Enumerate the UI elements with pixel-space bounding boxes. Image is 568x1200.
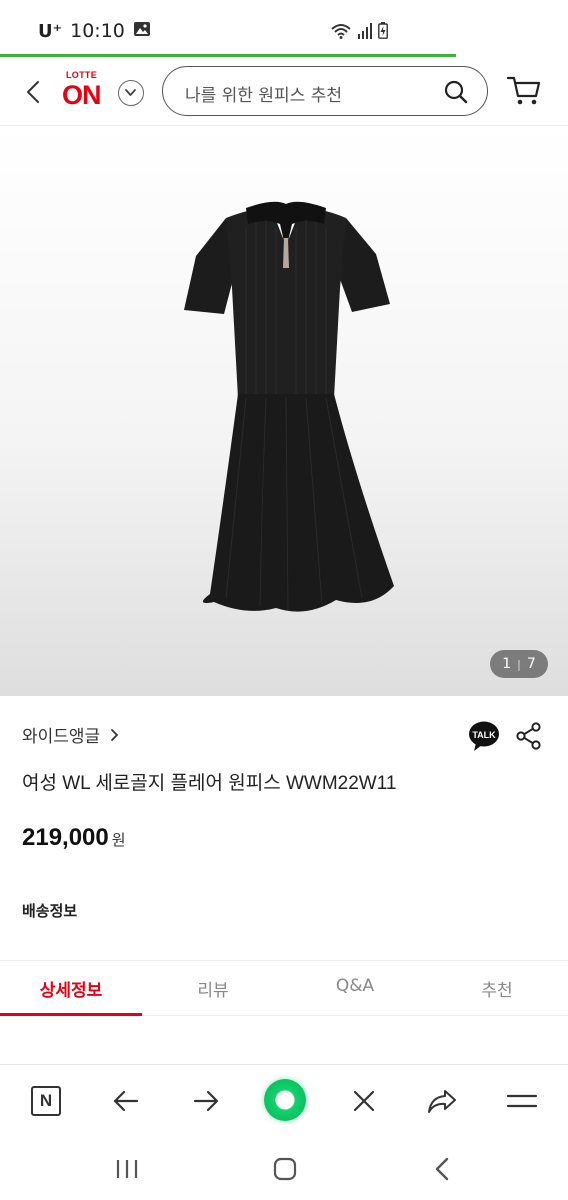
home-icon — [273, 1157, 297, 1181]
price: 219,000 원 — [22, 824, 126, 852]
close-page-button[interactable] — [346, 1083, 382, 1119]
close-icon — [353, 1090, 375, 1112]
browser-forward-button[interactable] — [188, 1083, 224, 1119]
menu-button[interactable] — [504, 1083, 540, 1119]
brand-link[interactable]: 와이드앵글 — [22, 722, 120, 747]
status-right — [330, 22, 388, 43]
tab-qna[interactable]: Q&A — [284, 961, 426, 1015]
search-input[interactable]: 나를 위한 원피스 추천 — [162, 66, 488, 116]
logo-top-text: LOTTE — [66, 70, 97, 80]
arrow-right-icon — [193, 1090, 219, 1112]
service-menu-dropdown[interactable] — [118, 80, 144, 106]
lotte-on-logo[interactable]: LOTTE ON — [62, 70, 108, 114]
recent-apps-icon — [116, 1160, 138, 1178]
battery-icon — [378, 22, 388, 43]
system-back-button[interactable] — [428, 1154, 458, 1184]
share-button[interactable] — [516, 722, 542, 750]
tab-details[interactable]: 상세정보 — [0, 961, 142, 1016]
product-image-gallery[interactable]: 1 | 7 — [0, 126, 568, 696]
dress-product-image — [184, 201, 394, 612]
browser-back-button[interactable] — [108, 1083, 144, 1119]
clock: 10:10 — [70, 20, 125, 42]
app-header: LOTTE ON 나를 위한 원피스 추천 — [0, 58, 568, 126]
carrier-label: U⁺ — [38, 20, 63, 42]
system-navigation-bar — [0, 1136, 568, 1200]
image-current: 1 — [502, 656, 512, 672]
cart-icon — [506, 76, 541, 105]
cart-button[interactable] — [506, 72, 542, 108]
image-counter: 1 | 7 — [490, 650, 548, 678]
image-counter-separator: | — [517, 657, 521, 671]
back-button[interactable] — [16, 74, 52, 110]
signal-icon — [358, 22, 372, 43]
tab-recommend[interactable]: 추천 — [426, 961, 568, 1015]
green-dot-button[interactable] — [264, 1079, 306, 1121]
kakao-talk-share-button[interactable]: TALK — [468, 720, 500, 752]
delivery-info-label[interactable]: 배송정보 — [22, 900, 77, 921]
chevron-down-icon — [125, 89, 136, 96]
page-load-progress — [0, 54, 456, 57]
logo-main-text: ON — [62, 80, 101, 110]
arrow-left-icon — [113, 1090, 139, 1112]
recent-apps-button[interactable] — [112, 1154, 142, 1184]
home-button[interactable] — [270, 1154, 300, 1184]
search-icon[interactable] — [443, 79, 469, 105]
talk-icon: TALK — [469, 721, 499, 751]
price-value: 219,000 — [22, 824, 109, 851]
naver-home-button[interactable]: N — [28, 1083, 64, 1119]
back-icon — [435, 1157, 449, 1181]
forward-share-icon — [428, 1090, 456, 1113]
gallery-notification-icon — [133, 20, 151, 42]
talk-label: TALK — [472, 730, 496, 740]
tab-reviews[interactable]: 리뷰 — [142, 961, 284, 1015]
wifi-icon — [330, 23, 352, 43]
status-left: U⁺ 10:10 — [38, 20, 151, 42]
share-icon — [516, 722, 541, 750]
image-total: 7 — [526, 656, 536, 672]
detail-tabs: 상세정보 리뷰 Q&A 추천 — [0, 960, 568, 1016]
search-placeholder: 나를 위한 원피스 추천 — [185, 86, 342, 106]
brand-name: 와이드앵글 — [22, 727, 101, 747]
price-unit: 원 — [111, 831, 126, 849]
hamburger-icon — [506, 1094, 538, 1108]
share-page-button[interactable] — [424, 1083, 460, 1119]
browser-toolbar: N — [0, 1064, 568, 1136]
chevron-left-icon — [27, 81, 39, 103]
product-title: 여성 WL 세로골지 플레어 원피스 WWM22W11 — [22, 773, 397, 794]
n-icon: N — [31, 1086, 61, 1116]
status-bar: U⁺ 10:10 — [0, 0, 568, 56]
chevron-right-icon — [111, 728, 119, 741]
